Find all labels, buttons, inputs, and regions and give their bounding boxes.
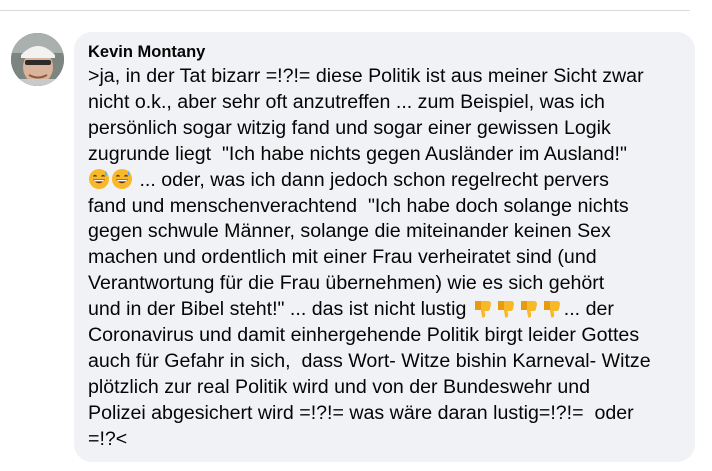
- comment-line: fand und menschenverachtend "Ich habe do…: [88, 194, 683, 220]
- comment-line: ... oder, was ich dann jedoch schon rege…: [88, 168, 683, 194]
- avatar[interactable]: [11, 33, 64, 86]
- thumbs-down-icon: [472, 297, 494, 319]
- comment-line: Verantwortung für die Frau übernehmen) w…: [88, 271, 683, 297]
- comment-text-segment: Coronavirus und damit einhergehende Poli…: [88, 324, 640, 347]
- comment-line: persönlich sogar witzig fand und sogar e…: [88, 116, 683, 142]
- comment-text-segment: fand und menschenverachtend "Ich habe do…: [88, 194, 629, 217]
- comment-line: und in der Bibel steht!" ... das ist nic…: [88, 297, 683, 323]
- comment-text-segment: auch für Gefahr in sich, dass Wort- Witz…: [88, 349, 651, 372]
- comment-text: >ja, in der Tat bizarr =!?!= diese Polit…: [88, 64, 683, 453]
- comment-text-segment: Polizei abgesichert wird =!?!= was wäre …: [88, 401, 634, 424]
- comment-line: >ja, in der Tat bizarr =!?!= diese Polit…: [88, 64, 683, 90]
- comment-text-segment: >ja, in der Tat bizarr =!?!= diese Polit…: [88, 65, 644, 87]
- comment-text-segment: Verantwortung für die Frau übernehmen) w…: [88, 272, 605, 295]
- comment-text-segment: zugrunde liegt "Ich habe nichts gegen Au…: [88, 142, 627, 165]
- comment-line: Coronavirus und damit einhergehende Poli…: [88, 323, 683, 349]
- thumbs-down-icon: [518, 297, 540, 319]
- comment-line: plötzlich zur real Politik wird und von …: [88, 375, 683, 401]
- comment-line: =!?<: [88, 427, 683, 453]
- comment-line: zugrunde liegt "Ich habe nichts gegen Au…: [88, 142, 683, 168]
- comment-line: Polizei abgesichert wird =!?!= was wäre …: [88, 401, 683, 427]
- comment-actions-row: [88, 464, 288, 471]
- comment-line: machen und ordentlich mit einer Frau ver…: [88, 245, 683, 271]
- previous-comment-divider: [0, 0, 690, 11]
- thumbs-down-icon: [495, 297, 517, 319]
- grinning-sweat-icon: [88, 168, 110, 190]
- comment-line: nicht o.k., aber sehr oft anzutreffen ..…: [88, 90, 683, 116]
- comment-text-segment: persönlich sogar witzig fand und sogar e…: [88, 116, 611, 139]
- comment-bubble: Kevin Montany >ja, in der Tat bizarr =!?…: [74, 32, 695, 462]
- comment-text-segment: und in der Bibel steht!" ... das ist nic…: [88, 298, 472, 321]
- comment-text-segment: machen und ordentlich mit einer Frau ver…: [88, 246, 597, 269]
- comment-text-segment: gegen schwule Männer, solange die mitein…: [88, 220, 611, 243]
- comment-author-name[interactable]: Kevin Montany: [88, 42, 683, 64]
- thumbs-down-icon: [541, 297, 563, 319]
- profile-photo: [11, 33, 64, 86]
- comment-text-segment: plötzlich zur real Politik wird und von …: [88, 375, 591, 398]
- comment-line: gegen schwule Männer, solange die mitein…: [88, 219, 683, 245]
- grinning-sweat-icon: [111, 168, 133, 190]
- comment-text-segment: nicht o.k., aber sehr oft anzutreffen ..…: [88, 90, 605, 113]
- comment-text-segment: ... der: [563, 298, 614, 321]
- comment-line: auch für Gefahr in sich, dass Wort- Witz…: [88, 349, 683, 375]
- comment-text-segment: ... oder, was ich dann jedoch schon rege…: [134, 168, 609, 191]
- comment-text-segment: =!?<: [88, 427, 128, 450]
